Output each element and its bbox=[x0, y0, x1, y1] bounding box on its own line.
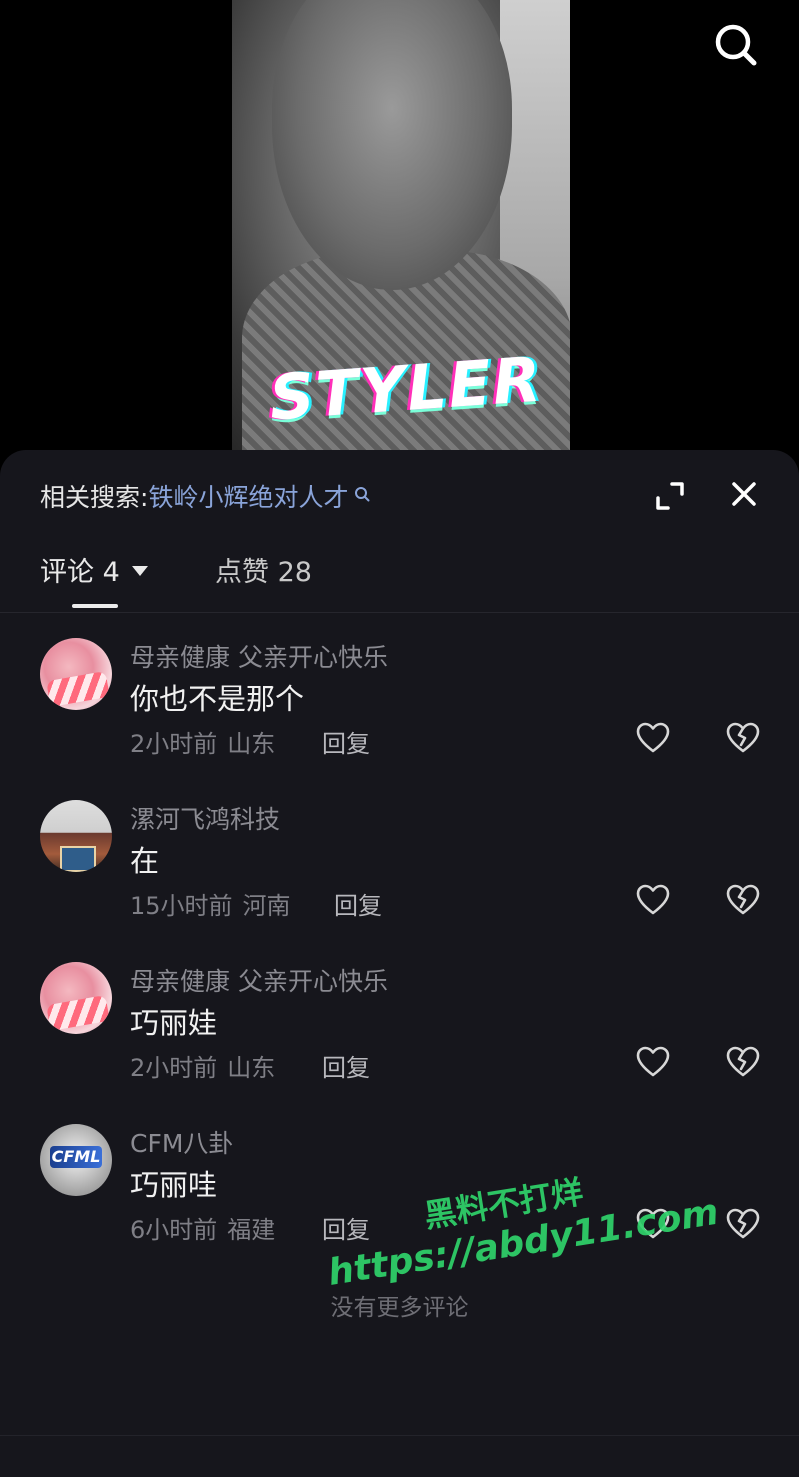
comment-location: 山东 bbox=[227, 730, 276, 758]
comment-username[interactable]: 漯河飞鸿科技 bbox=[130, 800, 280, 836]
caret-down-icon bbox=[131, 566, 148, 576]
reply-button[interactable]: 回复 bbox=[322, 724, 370, 759]
close-icon[interactable] bbox=[730, 480, 758, 508]
reply-button[interactable]: 回复 bbox=[334, 886, 382, 921]
comment-meta: 15小时前 河南 bbox=[130, 886, 291, 921]
comment-meta: 2小时前 山东 bbox=[130, 1048, 275, 1083]
avatar[interactable] bbox=[40, 800, 112, 872]
divider bbox=[0, 612, 799, 613]
broken-heart-icon[interactable] bbox=[726, 1046, 760, 1078]
heart-icon[interactable] bbox=[636, 722, 670, 754]
comment-username[interactable]: 母亲健康 父亲开心快乐 bbox=[130, 638, 388, 674]
tab-likes-label: 点赞 28 bbox=[215, 557, 312, 588]
comment-location: 山东 bbox=[227, 1054, 276, 1082]
comment-meta: 2小时前 山东 bbox=[130, 724, 275, 759]
heart-icon[interactable] bbox=[636, 1046, 670, 1078]
related-search-label: 相关搜索: bbox=[40, 483, 149, 512]
comment-time: 6小时前 bbox=[130, 1216, 218, 1244]
comment-username[interactable]: CFM八卦 bbox=[130, 1124, 233, 1160]
comment-time: 2小时前 bbox=[130, 730, 218, 758]
video-face bbox=[272, 0, 512, 290]
comment-text: 巧丽娃 bbox=[130, 1006, 218, 1040]
bottom-bar bbox=[0, 1435, 799, 1477]
tab-likes[interactable]: 点赞 28 bbox=[215, 550, 312, 589]
tab-comments-label: 评论 4 bbox=[40, 557, 120, 588]
comment-location: 福建 bbox=[227, 1216, 276, 1244]
no-more-comments: 没有更多评论 bbox=[330, 1295, 469, 1321]
comment-username[interactable]: 母亲健康 父亲开心快乐 bbox=[130, 962, 388, 998]
video-area[interactable]: STYLER bbox=[0, 0, 799, 460]
comment-meta: 6小时前 福建 bbox=[130, 1210, 275, 1245]
cfm-logo: CFML bbox=[50, 1146, 102, 1168]
heart-icon[interactable] bbox=[636, 884, 670, 916]
active-tab-indicator bbox=[72, 604, 118, 608]
expand-icon[interactable] bbox=[654, 480, 686, 512]
comment-location: 河南 bbox=[242, 892, 291, 920]
related-search-query[interactable]: 铁岭小辉绝对人才 bbox=[148, 483, 348, 512]
broken-heart-icon[interactable] bbox=[726, 884, 760, 916]
related-search[interactable]: 相关搜索:铁岭小辉绝对人才 bbox=[40, 478, 370, 514]
search-icon[interactable] bbox=[710, 20, 762, 72]
comment-item: 漯河飞鸿科技 在 15小时前 河南 回复 bbox=[0, 800, 799, 950]
comment-text: 你也不是那个 bbox=[130, 682, 305, 716]
small-search-icon bbox=[355, 487, 370, 502]
avatar[interactable]: CFML bbox=[40, 1124, 112, 1196]
comment-item: 母亲健康 父亲开心快乐 巧丽娃 2小时前 山东 回复 bbox=[0, 962, 799, 1112]
comment-text: 巧丽哇 bbox=[130, 1168, 218, 1202]
avatar[interactable] bbox=[40, 638, 112, 710]
comment-item: 母亲健康 父亲开心快乐 你也不是那个 2小时前 山东 回复 bbox=[0, 638, 799, 788]
broken-heart-icon[interactable] bbox=[726, 722, 760, 754]
avatar[interactable] bbox=[40, 962, 112, 1034]
comment-text: 在 bbox=[130, 844, 160, 878]
reply-button[interactable]: 回复 bbox=[322, 1048, 370, 1083]
comment-time: 15小时前 bbox=[130, 892, 233, 920]
comment-time: 2小时前 bbox=[130, 1054, 218, 1082]
tab-comments[interactable]: 评论 4 bbox=[40, 550, 148, 589]
